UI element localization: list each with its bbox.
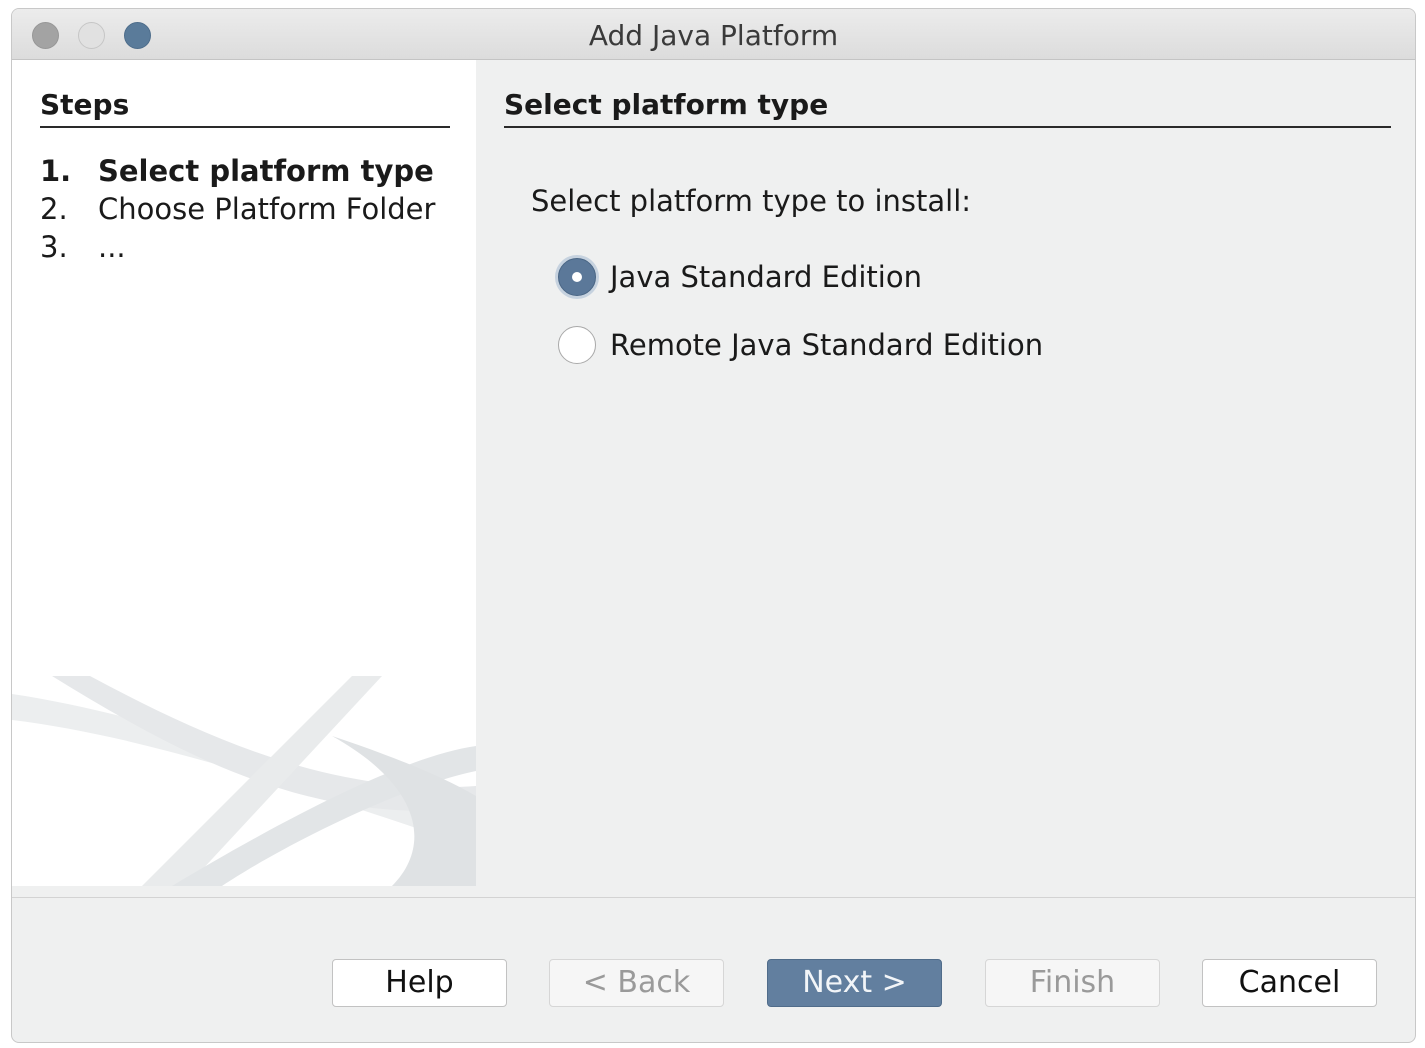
finish-button[interactable]: Finish	[985, 959, 1160, 1007]
netbeans-watermark-icon	[12, 676, 476, 886]
platform-type-prompt: Select platform type to install:	[531, 184, 972, 218]
panel-divider	[504, 126, 1391, 128]
window-title: Add Java Platform	[588, 19, 839, 52]
title-bar: Add Java Platform	[12, 9, 1415, 60]
step-number: 3.	[40, 230, 68, 264]
back-button[interactable]: < Back	[549, 959, 724, 1007]
next-button[interactable]: Next >	[767, 959, 942, 1007]
radio-option-remote-java-se[interactable]: Remote Java Standard Edition	[558, 326, 1043, 364]
steps-heading: Steps	[40, 88, 130, 121]
step-label: Select platform type	[98, 154, 434, 188]
help-button[interactable]: Help	[332, 959, 507, 1007]
steps-divider	[40, 126, 450, 128]
step-item: 2. Choose Platform Folder	[40, 190, 435, 228]
content-pane: Select platform type Select platform typ…	[476, 60, 1415, 886]
button-bar-separator	[12, 897, 1415, 898]
steps-pane: Steps 1. Select platform type 2. Choose …	[12, 60, 476, 886]
step-label: ...	[98, 230, 126, 264]
panel-heading: Select platform type	[504, 88, 829, 121]
steps-list: 1. Select platform type 2. Choose Platfo…	[40, 152, 435, 266]
step-label: Choose Platform Folder	[98, 192, 436, 226]
radio-option-label[interactable]: Remote Java Standard Edition	[610, 328, 1043, 362]
radio-button-unselected[interactable]	[558, 326, 596, 364]
add-java-platform-dialog: Add Java Platform Steps 1. Select platfo…	[11, 8, 1416, 1043]
step-item: 1. Select platform type	[40, 152, 435, 190]
radio-option-label[interactable]: Java Standard Edition	[610, 260, 922, 294]
step-item: 3. ...	[40, 228, 435, 266]
step-number: 2.	[40, 192, 68, 226]
cancel-button[interactable]: Cancel	[1202, 959, 1377, 1007]
radio-option-java-se[interactable]: Java Standard Edition	[558, 258, 922, 296]
radio-button-selected[interactable]	[558, 258, 596, 296]
step-number: 1.	[40, 154, 72, 188]
